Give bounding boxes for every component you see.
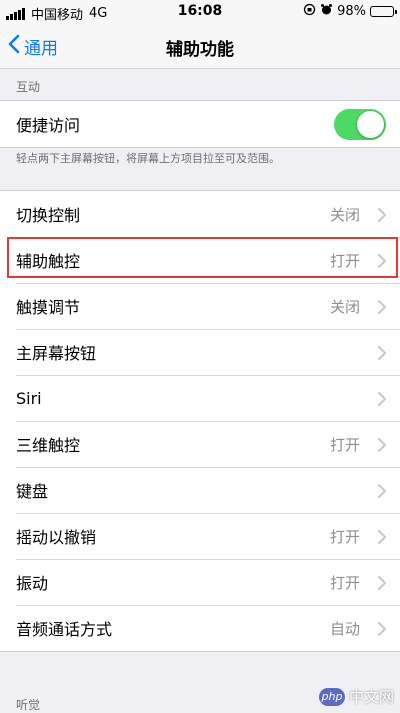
battery-percent: 98% xyxy=(337,4,366,19)
settings-row[interactable]: 触摸调节 关闭 xyxy=(0,283,400,329)
chevron-right-icon xyxy=(378,621,386,640)
settings-row[interactable]: 三维触控 打开 xyxy=(0,421,400,467)
status-bar: 中国移动 4G 16:08 98% xyxy=(0,0,400,24)
settings-row[interactable]: Siri xyxy=(0,375,400,421)
settings-row-value: 自动 xyxy=(329,619,360,638)
settings-row-label: 摇动以撤销 xyxy=(16,528,97,547)
settings-row[interactable]: 键盘 xyxy=(0,467,400,513)
settings-row-value: 打开 xyxy=(329,527,360,546)
settings-row[interactable]: 音频通话方式 自动 xyxy=(0,605,400,651)
settings-row[interactable]: 主屏幕按钮 xyxy=(0,329,400,375)
reachability-row: 便捷访问 xyxy=(0,101,400,147)
chevron-right-icon xyxy=(378,529,386,548)
chevron-right-icon xyxy=(378,575,386,594)
settings-row-value: 打开 xyxy=(329,435,360,454)
section-header-interaction: 互动 xyxy=(16,80,41,94)
settings-row-label: 主屏幕按钮 xyxy=(16,344,97,363)
settings-row-label: 切换控制 xyxy=(16,206,81,225)
alarm-icon xyxy=(320,3,333,20)
settings-row-label: 触摸调节 xyxy=(16,298,81,317)
settings-row-value: 关闭 xyxy=(329,205,360,224)
settings-row[interactable]: 摇动以撤销 打开 xyxy=(0,513,400,559)
settings-row-label: 键盘 xyxy=(16,482,49,501)
toggle-knob xyxy=(357,111,384,138)
rotation-lock-icon xyxy=(303,3,316,20)
page-title: 辅助功能 xyxy=(166,40,234,60)
settings-row-value: 关闭 xyxy=(329,297,360,316)
chevron-right-icon xyxy=(378,299,386,318)
chevron-right-icon xyxy=(378,345,386,364)
watermark-text: 中文网 xyxy=(348,688,394,706)
status-right: 98% xyxy=(303,3,397,20)
section-header-hearing: 听觉 xyxy=(16,698,41,712)
watermark: php 中文网 xyxy=(318,686,394,707)
settings-row[interactable]: 振动 打开 xyxy=(0,559,400,605)
highlight-box xyxy=(7,237,398,278)
reachability-footnote: 轻点两下主屏幕按钮，将屏幕上方项目拉至可及范围。 xyxy=(16,152,280,165)
chevron-right-icon xyxy=(378,391,386,410)
settings-row-label: 三维触控 xyxy=(16,436,81,455)
chevron-right-icon xyxy=(378,207,386,226)
navigation-bar: 通用 辅助功能 xyxy=(0,24,400,69)
chevron-right-icon xyxy=(378,483,386,502)
reachability-group: 便捷访问 xyxy=(0,100,400,148)
chevron-right-icon xyxy=(378,437,386,456)
reachability-label: 便捷访问 xyxy=(16,116,81,135)
settings-row-label: Siri xyxy=(16,388,42,408)
watermark-badge: php xyxy=(318,687,345,706)
settings-row-label: 音频通话方式 xyxy=(16,620,113,639)
settings-row[interactable]: 切换控制 关闭 xyxy=(0,191,400,237)
settings-row-value: 打开 xyxy=(329,573,360,592)
battery-icon xyxy=(370,6,397,17)
settings-row-label: 振动 xyxy=(16,574,49,593)
reachability-toggle[interactable] xyxy=(334,109,386,140)
